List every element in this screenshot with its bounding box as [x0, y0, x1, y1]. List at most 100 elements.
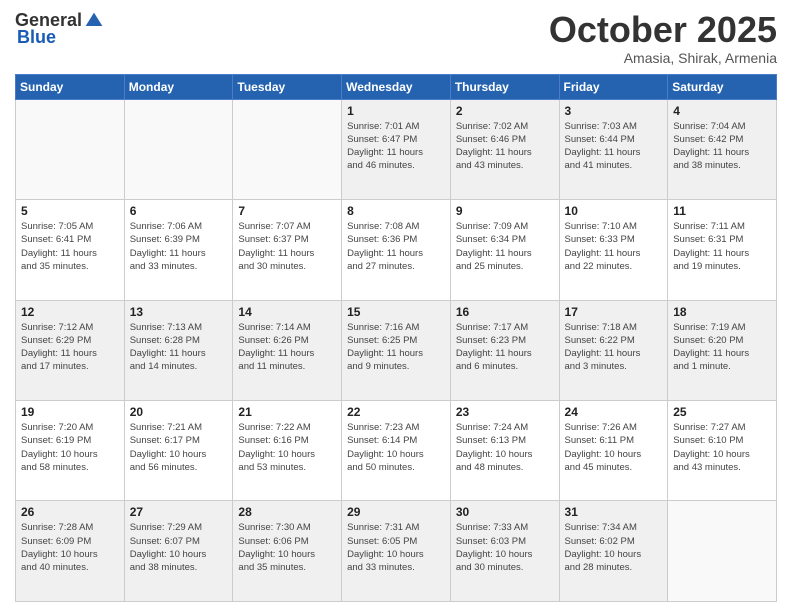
day-number: 8	[347, 204, 445, 218]
day-number: 5	[21, 204, 119, 218]
day-info: Sunrise: 7:11 AM Sunset: 6:31 PM Dayligh…	[673, 220, 771, 273]
table-row: 11Sunrise: 7:11 AM Sunset: 6:31 PM Dayli…	[668, 200, 777, 300]
logo: General Blue	[15, 10, 104, 48]
month-title: October 2025	[549, 10, 777, 50]
day-number: 3	[565, 104, 663, 118]
day-number: 21	[238, 405, 336, 419]
day-info: Sunrise: 7:27 AM Sunset: 6:10 PM Dayligh…	[673, 421, 771, 474]
day-number: 27	[130, 505, 228, 519]
table-row: 5 Sunrise: 7:05 AM Sunset: 6:41 PM Daylig…	[16, 200, 125, 300]
table-row: 8 Sunrise: 7:08 AM Sunset: 6:36 PM Daylig…	[342, 200, 451, 300]
calendar-header-row: Sunday Monday Tuesday Wednesday Thursday…	[16, 74, 777, 99]
day-info: Sunrise: 7:04 AM Sunset: 6:42 PM Dayligh…	[673, 120, 771, 173]
day-info: Sunrise: 7:16 AM Sunset: 6:25 PM Dayligh…	[347, 321, 445, 374]
calendar-week-row: 1 Sunrise: 7:01 AM Sunset: 6:47 PM Daylig…	[16, 99, 777, 199]
day-number: 16	[456, 305, 554, 319]
day-info: Sunrise: 7:21 AM Sunset: 6:17 PM Dayligh…	[130, 421, 228, 474]
day-info: Sunrise: 7:13 AM Sunset: 6:28 PM Dayligh…	[130, 321, 228, 374]
day-number: 29	[347, 505, 445, 519]
table-row: 30Sunrise: 7:33 AM Sunset: 6:03 PM Dayli…	[450, 501, 559, 602]
table-row: 13 Sunrise: 7:13 AM Sunset: 6:28 PM Dayli…	[124, 300, 233, 400]
day-info: Sunrise: 7:07 AM Sunset: 6:37 PM Dayligh…	[238, 220, 336, 273]
table-row	[668, 501, 777, 602]
day-info: Sunrise: 7:12 AM Sunset: 6:29 PM Dayligh…	[21, 321, 119, 374]
day-info: Sunrise: 7:01 AM Sunset: 6:47 PM Dayligh…	[347, 120, 445, 173]
day-info: Sunrise: 7:20 AM Sunset: 6:19 PM Dayligh…	[21, 421, 119, 474]
table-row: 10Sunrise: 7:10 AM Sunset: 6:33 PM Dayli…	[559, 200, 668, 300]
subtitle: Amasia, Shirak, Armenia	[549, 50, 777, 66]
day-number: 26	[21, 505, 119, 519]
calendar-week-row: 12 Sunrise: 7:12 AM Sunset: 6:29 PM Dayli…	[16, 300, 777, 400]
day-number: 6	[130, 204, 228, 218]
table-row: 19 Sunrise: 7:20 AM Sunset: 6:19 PM Dayli…	[16, 401, 125, 501]
day-number: 28	[238, 505, 336, 519]
day-number: 2	[456, 104, 554, 118]
day-info: Sunrise: 7:23 AM Sunset: 6:14 PM Dayligh…	[347, 421, 445, 474]
table-row: 2 Sunrise: 7:02 AM Sunset: 6:46 PM Daylig…	[450, 99, 559, 199]
day-info: Sunrise: 7:22 AM Sunset: 6:16 PM Dayligh…	[238, 421, 336, 474]
day-number: 13	[130, 305, 228, 319]
title-block: October 2025 Amasia, Shirak, Armenia	[549, 10, 777, 66]
day-info: Sunrise: 7:09 AM Sunset: 6:34 PM Dayligh…	[456, 220, 554, 273]
col-saturday: Saturday	[668, 74, 777, 99]
table-row: 18Sunrise: 7:19 AM Sunset: 6:20 PM Dayli…	[668, 300, 777, 400]
day-number: 20	[130, 405, 228, 419]
table-row	[124, 99, 233, 199]
table-row	[233, 99, 342, 199]
table-row: 14 Sunrise: 7:14 AM Sunset: 6:26 PM Dayli…	[233, 300, 342, 400]
table-row: 16Sunrise: 7:17 AM Sunset: 6:23 PM Dayli…	[450, 300, 559, 400]
table-row: 22 Sunrise: 7:23 AM Sunset: 6:14 PM Dayli…	[342, 401, 451, 501]
table-row: 12 Sunrise: 7:12 AM Sunset: 6:29 PM Dayli…	[16, 300, 125, 400]
day-info: Sunrise: 7:08 AM Sunset: 6:36 PM Dayligh…	[347, 220, 445, 273]
day-number: 23	[456, 405, 554, 419]
table-row: 28 Sunrise: 7:30 AM Sunset: 6:06 PM Dayli…	[233, 501, 342, 602]
day-number: 31	[565, 505, 663, 519]
day-number: 22	[347, 405, 445, 419]
day-info: Sunrise: 7:19 AM Sunset: 6:20 PM Dayligh…	[673, 321, 771, 374]
day-info: Sunrise: 7:29 AM Sunset: 6:07 PM Dayligh…	[130, 521, 228, 574]
day-info: Sunrise: 7:02 AM Sunset: 6:46 PM Dayligh…	[456, 120, 554, 173]
table-row: 26 Sunrise: 7:28 AM Sunset: 6:09 PM Dayli…	[16, 501, 125, 602]
table-row: 15 Sunrise: 7:16 AM Sunset: 6:25 PM Dayli…	[342, 300, 451, 400]
day-number: 19	[21, 405, 119, 419]
day-number: 25	[673, 405, 771, 419]
day-info: Sunrise: 7:28 AM Sunset: 6:09 PM Dayligh…	[21, 521, 119, 574]
day-number: 15	[347, 305, 445, 319]
table-row: 4Sunrise: 7:04 AM Sunset: 6:42 PM Daylig…	[668, 99, 777, 199]
day-info: Sunrise: 7:24 AM Sunset: 6:13 PM Dayligh…	[456, 421, 554, 474]
table-row: 25 Sunrise: 7:27 AM Sunset: 6:10 PM Dayli…	[668, 401, 777, 501]
logo-blue-text: Blue	[17, 27, 56, 48]
col-tuesday: Tuesday	[233, 74, 342, 99]
day-info: Sunrise: 7:34 AM Sunset: 6:02 PM Dayligh…	[565, 521, 663, 574]
table-row: 3Sunrise: 7:03 AM Sunset: 6:44 PM Daylig…	[559, 99, 668, 199]
table-row: 23 Sunrise: 7:24 AM Sunset: 6:13 PM Dayli…	[450, 401, 559, 501]
page: General Blue October 2025 Amasia, Shirak…	[0, 0, 792, 612]
table-row: 1 Sunrise: 7:01 AM Sunset: 6:47 PM Daylig…	[342, 99, 451, 199]
col-wednesday: Wednesday	[342, 74, 451, 99]
day-info: Sunrise: 7:30 AM Sunset: 6:06 PM Dayligh…	[238, 521, 336, 574]
day-number: 24	[565, 405, 663, 419]
day-info: Sunrise: 7:14 AM Sunset: 6:26 PM Dayligh…	[238, 321, 336, 374]
table-row: 31 Sunrise: 7:34 AM Sunset: 6:02 PM Dayli…	[559, 501, 668, 602]
calendar-week-row: 5 Sunrise: 7:05 AM Sunset: 6:41 PM Daylig…	[16, 200, 777, 300]
calendar-week-row: 26 Sunrise: 7:28 AM Sunset: 6:09 PM Dayli…	[16, 501, 777, 602]
day-number: 14	[238, 305, 336, 319]
table-row: 9Sunrise: 7:09 AM Sunset: 6:34 PM Daylig…	[450, 200, 559, 300]
day-number: 10	[565, 204, 663, 218]
col-thursday: Thursday	[450, 74, 559, 99]
day-info: Sunrise: 7:05 AM Sunset: 6:41 PM Dayligh…	[21, 220, 119, 273]
day-number: 30	[456, 505, 554, 519]
table-row: 24 Sunrise: 7:26 AM Sunset: 6:11 PM Dayli…	[559, 401, 668, 501]
day-info: Sunrise: 7:06 AM Sunset: 6:39 PM Dayligh…	[130, 220, 228, 273]
table-row: 21 Sunrise: 7:22 AM Sunset: 6:16 PM Dayli…	[233, 401, 342, 501]
day-info: Sunrise: 7:26 AM Sunset: 6:11 PM Dayligh…	[565, 421, 663, 474]
table-row: 6 Sunrise: 7:06 AM Sunset: 6:39 PM Daylig…	[124, 200, 233, 300]
calendar-table: Sunday Monday Tuesday Wednesday Thursday…	[15, 74, 777, 602]
day-number: 1	[347, 104, 445, 118]
day-number: 12	[21, 305, 119, 319]
calendar-week-row: 19 Sunrise: 7:20 AM Sunset: 6:19 PM Dayli…	[16, 401, 777, 501]
day-number: 7	[238, 204, 336, 218]
header: General Blue October 2025 Amasia, Shirak…	[15, 10, 777, 66]
day-info: Sunrise: 7:18 AM Sunset: 6:22 PM Dayligh…	[565, 321, 663, 374]
table-row	[16, 99, 125, 199]
